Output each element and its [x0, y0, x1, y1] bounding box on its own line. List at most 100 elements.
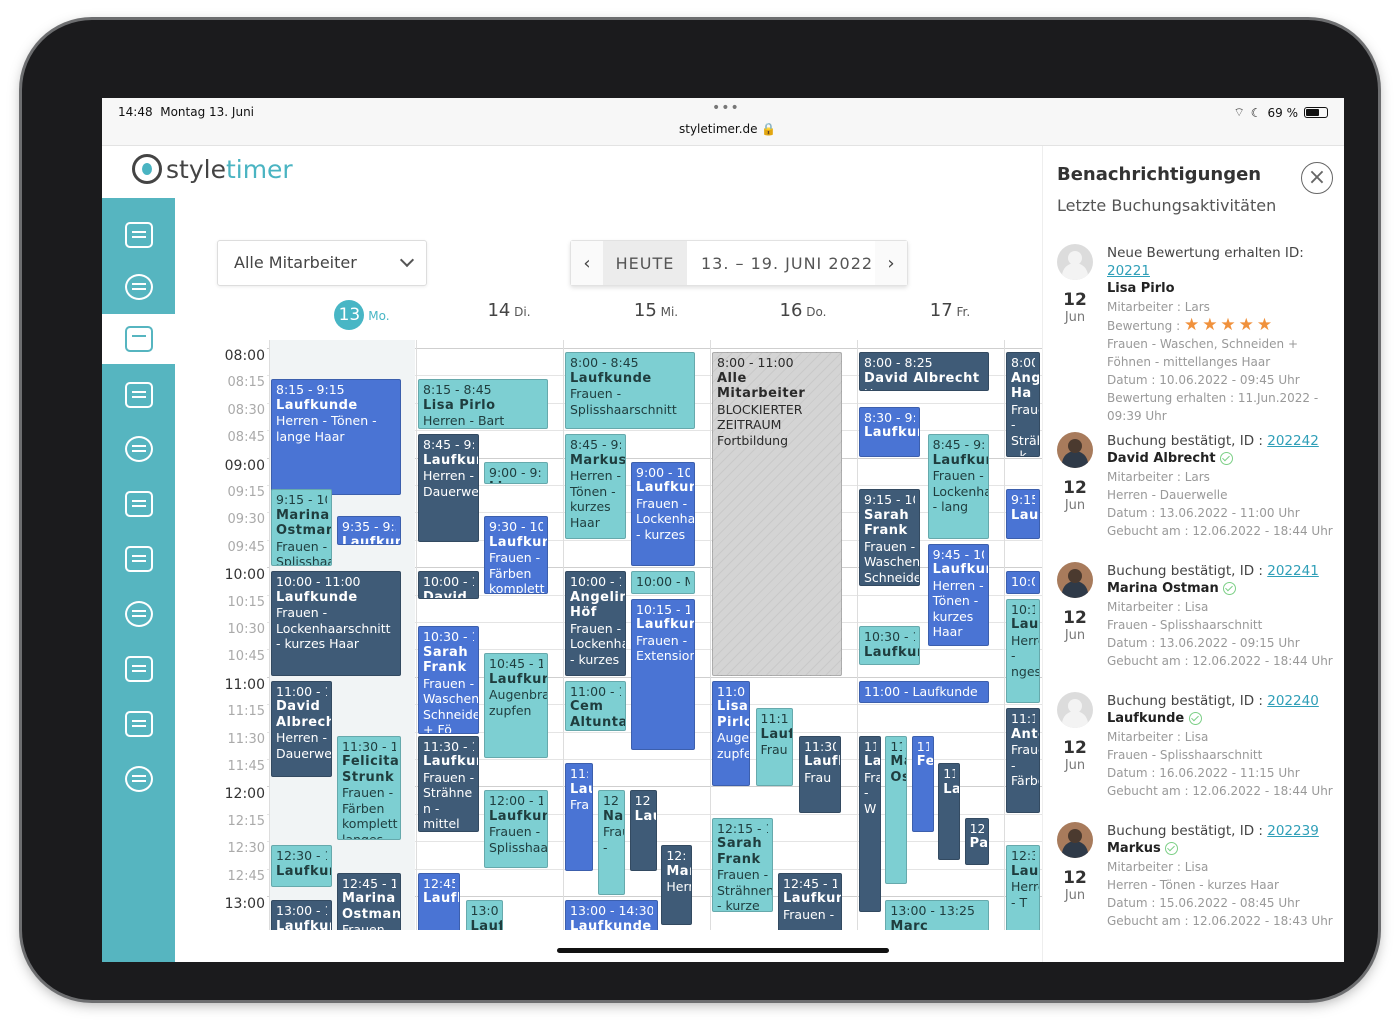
appointment-block[interactable]: 8:00Angela HaFrauen - Strähnen - k	[1006, 352, 1040, 457]
appointment-block[interactable]: 8:00 - 8:45 Laufkunde Frauen - Splisshaars…	[565, 352, 695, 430]
appointment-block[interactable]: 11:00 - 11:30Cem Altuntas	[565, 680, 627, 731]
booking-id-link[interactable]: 202240	[1267, 693, 1319, 709]
appointment-block[interactable]: 12:30MartinHerren	[661, 845, 693, 926]
appointment-block[interactable]: 12:45 - 13:30Marina OstmanFrauen -	[337, 872, 401, 930]
appointment-block[interactable]: 13:00 - 13:25Marc Schwar	[885, 900, 989, 930]
appointment-block[interactable]: 9:15 - 10:00Marina OstmanFrauen - Spliss…	[271, 489, 333, 567]
sidebar-item-book[interactable]	[102, 370, 175, 420]
appointment-block[interactable]: 9:30 - 10:30LaufkundeFrauen - Färben kom…	[484, 516, 548, 594]
booking-id-link[interactable]: 20221	[1107, 263, 1150, 279]
appointment-block[interactable]: 12:30 - 12:50Laufkunde	[271, 845, 333, 888]
appointment-time: 12:1	[969, 820, 984, 836]
appointment-block[interactable]: 12:00Laufkunde	[629, 790, 657, 871]
sidebar-item-mail[interactable]	[102, 699, 175, 749]
screen: 14:48 Montag 13. Juni ••• styletimer.de …	[102, 98, 1344, 962]
appointment-client: Laufkunde	[932, 562, 988, 578]
appointment-block[interactable]: 11:45LaufkundeFra	[565, 763, 594, 871]
appointment-block[interactable]: 9:15 -Laufkunde	[1006, 489, 1040, 540]
appointment-block[interactable]: 11:30 -LaufkundeFrau	[799, 735, 841, 814]
appointment-block[interactable]: 11:3Felicitas	[911, 735, 934, 833]
home-indicator[interactable]	[557, 948, 889, 953]
day-header[interactable]: 17 Fr.	[877, 300, 1023, 321]
appointment-block[interactable]: 11:00 - Laufkunde	[859, 680, 989, 704]
close-icon[interactable]: ×	[1301, 162, 1333, 194]
appointment-block[interactable]: 12:45 - 13:30Laufkunde	[418, 872, 460, 930]
appointment-block[interactable]: 8:30 - 9:00Laufkunde	[859, 406, 921, 457]
appointment-block[interactable]: 10:00 - 11:00 Laufkunde Frauen - Lockenhaa…	[271, 571, 401, 677]
appointment-block[interactable]: 8:45 - 9:45MarkusHerren - Tönen - kurzes…	[565, 434, 627, 540]
appointment-block[interactable]: 11:3Marina Ostman	[885, 735, 908, 885]
appointment-client: Angela Ha	[1011, 370, 1040, 402]
appointment-block[interactable]: 11:15 -AntoniaFrauen - Färben	[1006, 708, 1040, 814]
browser-menu-dots[interactable]: •••	[712, 100, 740, 116]
appointment-block[interactable]: 10:00 - Mc	[631, 571, 695, 594]
date-range-label[interactable]: 13. – 19. JUNI 2022	[687, 241, 875, 285]
sidebar-item-staff[interactable]	[102, 479, 175, 529]
appointment-block[interactable]: 11:3LaufkundeFrauen - W	[859, 735, 881, 912]
day-header[interactable]: 14 Di.	[436, 300, 582, 321]
appointment-block[interactable]: 12:00NadjaFrauen -	[598, 790, 626, 896]
sidebar-item-team[interactable]	[102, 589, 175, 639]
appointment-service: Frauen - W	[864, 769, 880, 816]
appointment-block[interactable]: 9:00 - 9:15Lisa	[484, 461, 548, 485]
mail-icon	[124, 711, 153, 737]
today-button[interactable]: HEUTE	[603, 241, 687, 285]
appointment-block[interactable]: 11:00 - 12:00David AlbrechtHerren - Daue…	[271, 680, 333, 778]
staff-filter-select[interactable]: Alle Mitarbeiter	[217, 240, 427, 286]
appointment-block[interactable]: 11:15 -LaufkundeFrau	[755, 708, 794, 786]
appointment-time: 8:00 - 8:25	[864, 355, 933, 370]
appointment-block[interactable]: 10:15LaufkundeHerren - nges	[1006, 598, 1040, 704]
appointment-block[interactable]: 11:30 - 12:30LaufkundeFrauen - Strähne n…	[418, 735, 480, 833]
appointment-block[interactable]: 11:4Laufkunde	[938, 763, 960, 860]
appointment-block[interactable]: 11:00 -Lisa PirloAugenbrauen zupfen	[712, 680, 750, 786]
prev-week-button[interactable]: ‹	[571, 241, 603, 285]
appointment-block[interactable]: 9:15 - 10:15Sarah FrankFrauen - Waschen,…	[859, 489, 921, 586]
appointment-block[interactable]: 12:45 - 14:15LaufkundeFrauen -	[778, 872, 842, 930]
appointment-block[interactable]: 12:1Pa	[964, 817, 989, 866]
day-header[interactable]: 16 Do.	[730, 300, 876, 321]
appointment-client: Martin	[666, 863, 691, 879]
appointment-block[interactable]: 10:00	[1006, 571, 1040, 594]
appointment-block[interactable]: 8:00 - 11:00 Alle Mitarbeiter BLOCKIERTER …	[712, 352, 842, 677]
appointment-block[interactable]: 13:00 - 13:45Laufkunde	[271, 900, 333, 930]
appointment-block[interactable]: 10:00 - 11:00Angelina HöfFrauen - Locken…	[565, 571, 627, 677]
sidebar-item-calendar[interactable]	[102, 314, 175, 364]
appointment-block[interactable]: 12:15 - 13:15Sarah FrankFrauen - Strähne…	[712, 817, 774, 912]
sidebar-item-customers[interactable]	[102, 424, 175, 474]
sidebar-item-settings[interactable]	[102, 754, 175, 804]
appointment-block[interactable]: 8:45 - 9:45LaufkundeFrauen - Lockenhaars…	[927, 434, 989, 540]
settings-icon	[124, 766, 153, 792]
appointment-block[interactable]: 9:45 - 10:45LaufkundeHerren - Tönen - ku…	[927, 543, 989, 646]
sidebar-item-home[interactable]	[102, 262, 175, 312]
appointment-block[interactable]: 10:30 - 11:30Sarah FrankFrauen - Waschen…	[418, 626, 480, 734]
booking-id-link[interactable]: 202239	[1267, 823, 1319, 839]
day-header[interactable]: 13 Mo.	[289, 300, 435, 330]
appointment-block[interactable]: 12:00 - 12:45LaufkundeFrauen - Splisshaa…	[484, 790, 548, 868]
appointment-block[interactable]: 12:30LaufkundeHerren - T	[1006, 845, 1040, 930]
app-logo[interactable]: styletimer	[132, 154, 293, 184]
sidebar-item-menu[interactable]	[102, 210, 175, 260]
appointment-block[interactable]: 13:00 - 14:30 Laufkunde	[565, 900, 659, 930]
booking-id-link[interactable]: 202241	[1267, 563, 1319, 579]
appointment-block[interactable]: 13:00 - 13:30Lauf	[465, 900, 504, 930]
next-week-button[interactable]: ›	[875, 241, 907, 285]
appointment-block[interactable]: 11:30 - 12:30Felicitas StrunkFrauen - Fä…	[337, 735, 401, 841]
appointment-time: 8:00 - 11:00	[717, 355, 794, 370]
appointment-block[interactable]: 8:15 - 9:15 Laufkunde Herren - Tönen - lan…	[271, 379, 401, 496]
appointment-block[interactable]: 10:00 - 10:30David Albrecht	[418, 571, 480, 600]
appointment-block[interactable]: 9:00 - 10:00LaufkundeFrauen - Lockenhaar…	[631, 461, 695, 567]
appointment-block[interactable]: 8:00 - 8:25David AlbrechtHerren - Bartra…	[859, 352, 989, 392]
appointment-time: 11:4	[943, 766, 955, 781]
appointment-block[interactable]: 8:15 - 8:45Lisa PirloHerren - Bart färbe…	[418, 379, 548, 430]
appointment-block[interactable]: 10:30 - 10:55Laufkunde	[859, 626, 921, 666]
day-header[interactable]: 15 Mi.	[583, 300, 729, 321]
appointment-block[interactable]: 8:45 - 9:45LaufkundeHerren - Dauerwelle	[418, 434, 480, 542]
appointment-time: 13:00 - 13:30	[470, 903, 499, 918]
appointment-block[interactable]: 10:15 - 11:45LaufkundeFrauen - Extension…	[631, 598, 695, 751]
sidebar-item-employee[interactable]	[102, 534, 175, 584]
address-bar[interactable]: styletimer.de 🔒	[679, 122, 776, 136]
booking-id-link[interactable]: 202242	[1267, 433, 1319, 449]
appointment-block[interactable]: 10:45 - 11:45LaufkundeAugenbrauen zupfen	[484, 653, 548, 759]
appointment-block[interactable]: 9:35 - 9:55Laufkunde	[337, 516, 401, 545]
sidebar-item-reports[interactable]	[102, 644, 175, 694]
